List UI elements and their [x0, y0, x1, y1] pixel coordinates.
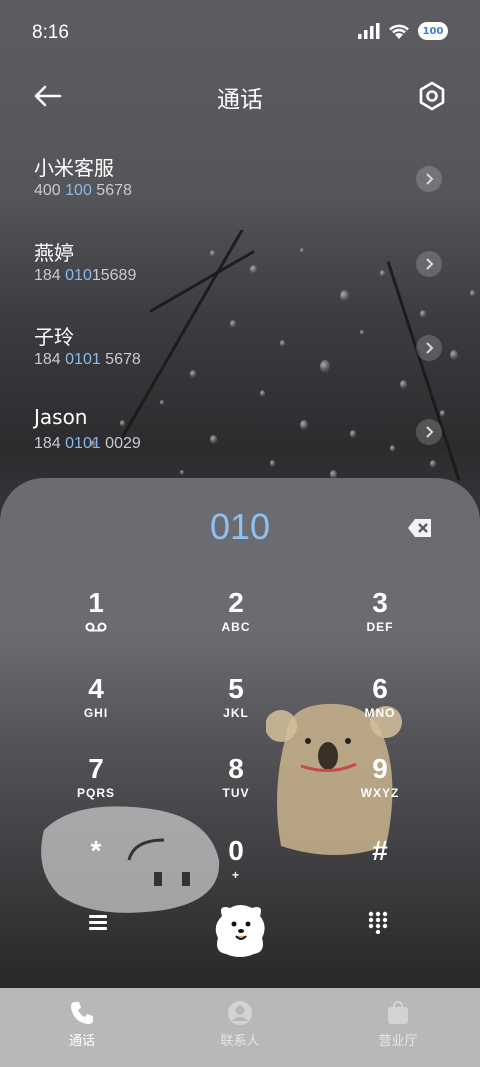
signal-icon: [358, 23, 380, 39]
contact-suggestion[interactable]: 小米客服 400 100 5678: [0, 152, 480, 224]
status-icons: 100: [358, 22, 448, 40]
key-letters: PQRS: [76, 786, 115, 800]
key-digit: 8: [228, 753, 244, 784]
settings-icon[interactable]: [414, 78, 450, 114]
contact-suggestion[interactable]: 燕婷 184 01015689: [0, 237, 480, 309]
key-9[interactable]: 9 WXYZ: [320, 752, 440, 822]
bottom-nav: 通话 联系人 营业厅: [0, 988, 480, 1067]
key-hash[interactable]: #: [320, 834, 440, 904]
key-letters: TUV: [222, 786, 250, 800]
key-8[interactable]: 8 TUV: [176, 752, 296, 822]
key-letters: +: [231, 868, 240, 882]
key-digit: 5: [228, 673, 244, 704]
contact-number: 184 0101 5678: [34, 351, 141, 368]
key-4[interactable]: 4 GHI: [36, 672, 156, 742]
battery-icon: 100: [418, 22, 448, 40]
contact-number: 184 0101 0029: [34, 435, 141, 452]
contact-name: 子玲: [34, 325, 74, 349]
key-6[interactable]: 6 MNO: [320, 672, 440, 742]
key-digit: 0: [228, 835, 244, 866]
status-bar: 8:16 100: [0, 0, 480, 66]
contact-detail-button[interactable]: [416, 419, 442, 445]
contact-name: 燕婷: [34, 241, 74, 265]
wifi-icon: [389, 24, 409, 39]
nav-label: 营业厅: [378, 1034, 418, 1049]
phone-icon: [71, 1002, 93, 1024]
page-title: 通话: [217, 87, 263, 113]
key-digit: 9: [372, 753, 388, 784]
key-digit: 1: [88, 587, 104, 618]
rain-drop: [420, 310, 426, 318]
chevron-right-icon: [426, 342, 434, 354]
bag-icon: [388, 1000, 408, 1024]
contact-number: 400 100 5678: [34, 182, 132, 199]
key-2[interactable]: 2 ABC: [176, 586, 296, 656]
header: 通话: [0, 70, 480, 120]
key-letters: JKL: [223, 706, 249, 720]
key-5[interactable]: 5 JKL: [176, 672, 296, 742]
contact-detail-button[interactable]: [416, 166, 442, 192]
voicemail-icon: [85, 622, 107, 632]
key-letters: MNO: [364, 706, 396, 720]
key-letters: DEF: [366, 620, 394, 634]
contact-number: 184 01015689: [34, 267, 137, 284]
menu-icon[interactable]: [86, 910, 110, 934]
chevron-right-icon: [426, 173, 434, 185]
key-3[interactable]: 3 DEF: [320, 586, 440, 656]
dialpad-panel: 010 1 2 ABC 3 DEF 4 GHI 5 JKL 6 MNO 7 PQ…: [0, 478, 480, 988]
nav-label: 通话: [68, 1034, 95, 1049]
status-time: 8:16: [32, 22, 69, 43]
key-digit: 2: [228, 587, 244, 618]
key-digit: 3: [372, 587, 388, 618]
key-letters: GHI: [83, 706, 109, 720]
contact-detail-button[interactable]: [416, 251, 442, 277]
key-digit: 4: [88, 673, 104, 704]
nav-label: 联系人: [220, 1034, 260, 1049]
key-1[interactable]: 1: [36, 586, 156, 656]
chevron-right-icon: [426, 426, 434, 438]
contact-detail-button[interactable]: [416, 335, 442, 361]
key-digit: *: [90, 835, 102, 866]
backspace-icon[interactable]: [406, 516, 434, 540]
key-digit: 7: [88, 753, 104, 784]
keypad-icon[interactable]: [366, 910, 390, 934]
key-letters: WXYZ: [360, 786, 400, 800]
battery-level: 100: [422, 25, 444, 37]
key-star[interactable]: *: [36, 834, 156, 904]
dialpad-actions: [0, 898, 480, 978]
contact-suggestion[interactable]: Jason 184 0101 0029: [0, 405, 480, 477]
contact-name: 小米客服: [34, 156, 114, 180]
nav-tab-calls[interactable]: 通话: [32, 1000, 132, 1049]
nav-tab-contacts[interactable]: 联系人: [190, 1000, 290, 1049]
key-letters: ABC: [221, 620, 251, 634]
chevron-right-icon: [426, 258, 434, 270]
key-digit: 6: [372, 673, 388, 704]
key-0[interactable]: 0 +: [176, 834, 296, 904]
call-button[interactable]: [208, 898, 272, 962]
contact-suggestion[interactable]: 子玲 184 0101 5678: [0, 321, 480, 393]
nav-tab-hall[interactable]: 营业厅: [348, 1000, 448, 1049]
person-icon: [228, 1001, 252, 1025]
key-7[interactable]: 7 PQRS: [36, 752, 156, 822]
contact-name: Jason: [34, 405, 88, 429]
key-digit: #: [372, 835, 388, 866]
